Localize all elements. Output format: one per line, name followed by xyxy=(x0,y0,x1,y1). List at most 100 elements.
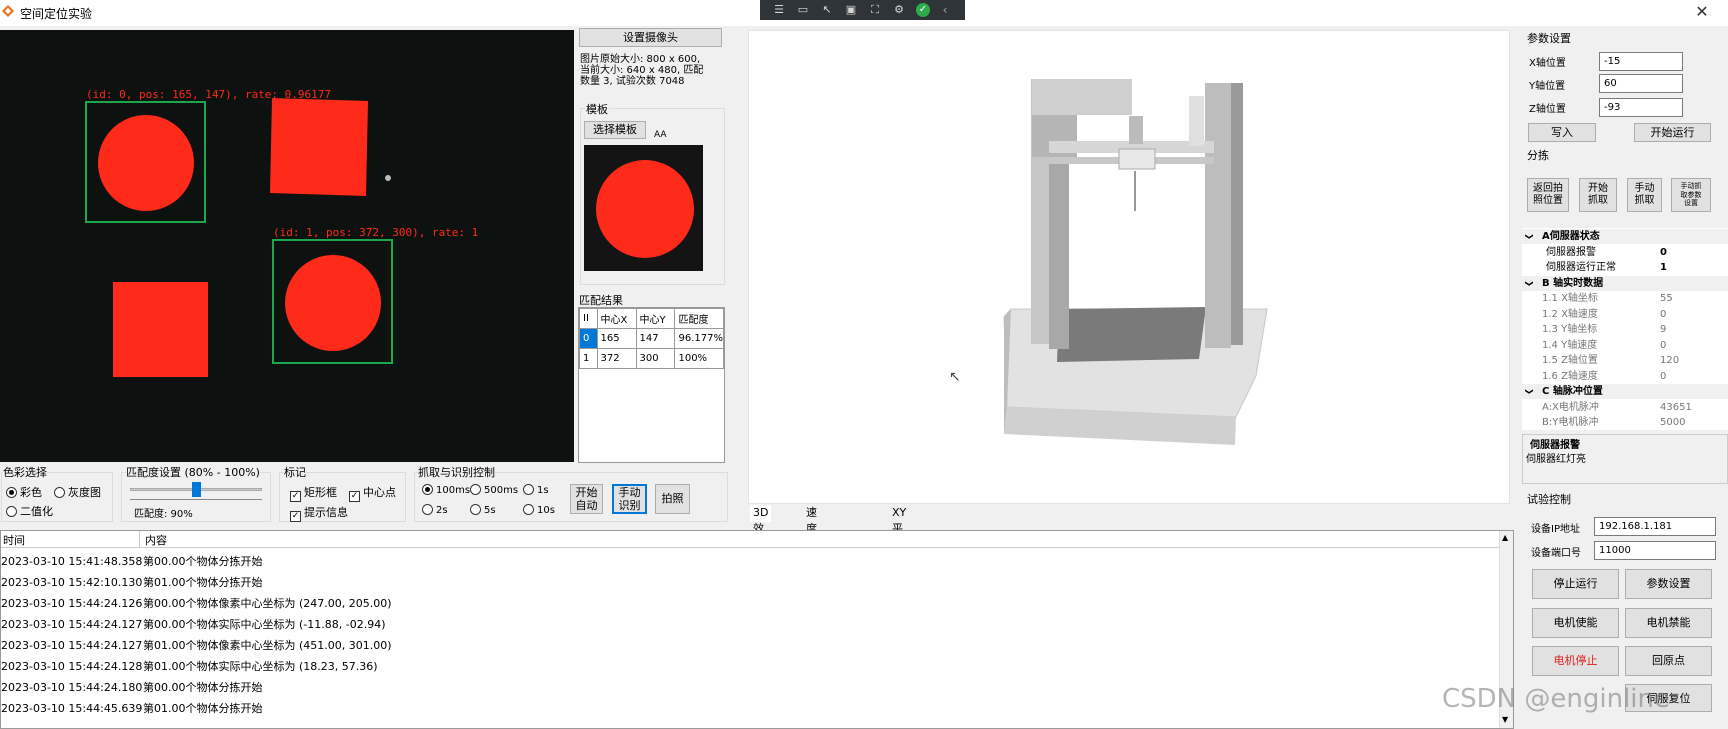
scroll-up-icon[interactable]: ▲ xyxy=(1502,533,1508,542)
chevron-down-icon[interactable]: ❯ xyxy=(1522,233,1537,240)
match-slider-thumb[interactable] xyxy=(192,482,201,497)
camera-view[interactable]: (id: 0, pos: 165, 147), rate: 0.96177 (i… xyxy=(0,30,574,462)
menu-edit-icon[interactable]: ☰ xyxy=(772,3,786,17)
servo-status-grid[interactable]: ❯ A伺服器状态 伺服器报警 0 伺服器运行正常 1 ❯ B 轴实时数据 1.1 X轴坐标 55 1… xyxy=(1522,228,1728,430)
log-row[interactable]: 2023-03-10 15:44:24.128 第01.00个物体实际中心坐标为 … xyxy=(1,657,1491,677)
table-cell[interactable]: 1 xyxy=(579,348,598,369)
3d-view[interactable]: ↖ xyxy=(748,30,1510,504)
table-row[interactable]: 1 372 300 100% xyxy=(579,348,724,369)
status-value: 120 xyxy=(1660,355,1680,366)
status-section-header[interactable]: ❯ A伺服器状态 xyxy=(1522,229,1728,244)
table-row[interactable]: 0 165 147 96.177% xyxy=(579,328,724,349)
region-icon[interactable]: ▣ xyxy=(844,3,858,17)
radio-2s[interactable]: 2s xyxy=(422,504,448,516)
log-row[interactable]: 2023-03-10 15:41:48.358 第00.00个物体分拣开始 xyxy=(1,552,1491,572)
manual-grab-button[interactable]: 手动 抓取 xyxy=(1627,178,1662,212)
mark-title: 标记 xyxy=(284,464,306,480)
checkbox-info[interactable]: ✓ 提示信息 xyxy=(290,504,348,522)
param-settings-button[interactable]: 参数设置 xyxy=(1625,569,1712,599)
log-time: 2023-03-10 15:41:48.358 xyxy=(1,555,143,568)
stop-run-button[interactable]: 停止运行 xyxy=(1532,569,1619,599)
status-section-header[interactable]: ❯ B 轴实时数据 xyxy=(1522,275,1728,291)
log-col-time[interactable]: 时间 xyxy=(3,532,25,548)
radio-binary[interactable]: 二值化 xyxy=(6,503,53,519)
status-value: 9 xyxy=(1660,324,1667,335)
tab-xy-trajectory[interactable]: XY平面轨迹图 xyxy=(889,505,910,599)
tab-3d-view[interactable]: 3D效果图 xyxy=(750,505,772,567)
status-row[interactable]: 伺服器报警 0 xyxy=(1522,245,1728,260)
motor-disable-button[interactable]: 电机禁能 xyxy=(1625,608,1712,638)
collapse-icon[interactable]: ‹ xyxy=(938,3,952,17)
device-ip-label: 设备IP地址 xyxy=(1531,524,1580,535)
checkbox-checked-icon: ✓ xyxy=(290,491,301,502)
select-template-button[interactable]: 选择模板 xyxy=(584,121,646,139)
status-row[interactable]: 1.6 Z轴速度 0 xyxy=(1522,369,1728,384)
manual-grab-settings-button[interactable]: 手动抓 取参数 设置 xyxy=(1671,178,1711,212)
log-row[interactable]: 2023-03-10 15:44:24.126 第00.00个物体像素中心坐标为 … xyxy=(1,594,1491,614)
checkbox-rect[interactable]: ✓ 矩形框 xyxy=(290,484,337,502)
log-row[interactable]: 2023-03-10 15:44:24.180 第00.00个物体分拣开始 xyxy=(1,678,1491,698)
radio-gray[interactable]: 灰度图 xyxy=(54,484,101,500)
chevron-down-icon[interactable]: ❯ xyxy=(1522,280,1537,287)
radio-10s[interactable]: 10s xyxy=(523,504,555,516)
red-circle-target xyxy=(285,255,381,351)
status-row[interactable]: 伺服器运行正常 1 xyxy=(1522,260,1728,275)
table-cell[interactable]: 300 xyxy=(635,348,676,369)
log-row[interactable]: 2023-03-10 15:44:24.127 第00.00个物体实际中心坐标为 … xyxy=(1,615,1491,635)
capture-button[interactable]: 拍照 xyxy=(655,484,690,514)
y-position-input[interactable]: 60 xyxy=(1599,74,1683,93)
device-ip-input[interactable]: 192.168.1.181 xyxy=(1594,517,1716,536)
screenshot-icon[interactable]: ⛶ xyxy=(868,3,882,17)
status-section-header[interactable]: ❯ C 轴脉冲位置 xyxy=(1522,384,1728,399)
chevron-down-icon[interactable]: ❯ xyxy=(1522,388,1537,395)
close-icon[interactable]: ✕ xyxy=(1690,2,1714,21)
log-col-content[interactable]: 内容 xyxy=(145,532,167,548)
record-icon[interactable]: ▭ xyxy=(796,3,810,17)
radio-100ms[interactable]: 100ms xyxy=(422,484,470,496)
status-row[interactable]: 1.4 Y轴速度 0 xyxy=(1522,338,1728,353)
table-cell[interactable]: 100% xyxy=(674,348,724,369)
check-icon[interactable]: ✓ xyxy=(916,3,930,17)
radio-1s[interactable]: 1s xyxy=(523,484,549,496)
checkbox-center[interactable]: ✓ 中心点 xyxy=(349,484,396,502)
z-position-input[interactable]: -93 xyxy=(1599,98,1683,117)
table-cell[interactable]: 0 xyxy=(579,328,598,349)
start-grab-button[interactable]: 开始 抓取 xyxy=(1579,178,1617,212)
start-auto-button[interactable]: 开始 自动 xyxy=(570,484,603,514)
home-button[interactable]: 回原点 xyxy=(1625,646,1712,676)
status-row[interactable]: A:X电机脉冲 43651 xyxy=(1522,400,1728,415)
radio-selected-icon xyxy=(6,487,17,498)
status-row[interactable]: 1.2 X轴速度 0 xyxy=(1522,307,1728,322)
return-photo-position-button[interactable]: 返回拍 照位置 xyxy=(1527,178,1569,212)
table-cell[interactable]: 147 xyxy=(635,328,676,349)
table-cell[interactable]: 372 xyxy=(596,348,637,369)
status-key: 1.6 Z轴速度 xyxy=(1542,370,1598,382)
set-camera-button[interactable]: 设置摄像头 xyxy=(579,28,722,47)
table-cell[interactable]: 96.177% xyxy=(674,328,724,349)
radio-5s[interactable]: 5s xyxy=(470,504,496,516)
tab-speed-position-curve[interactable]: 速度位置曲线图 xyxy=(803,505,820,615)
log-row[interactable]: 2023-03-10 15:42:10.130 第01.00个物体分拣开始 xyxy=(1,573,1491,593)
manual-recognize-button[interactable]: 手动 识别 xyxy=(612,484,647,514)
settings-icon[interactable]: ⚙ xyxy=(892,3,906,17)
scroll-down-icon[interactable]: ▼ xyxy=(1502,715,1508,724)
status-row[interactable]: B:Y电机脉冲 5000 xyxy=(1522,415,1728,430)
motor-enable-button[interactable]: 电机使能 xyxy=(1532,608,1619,638)
log-row[interactable]: 2023-03-10 15:44:45.639 第01.00个物体分拣开始 xyxy=(1,699,1491,719)
status-row[interactable]: 1.3 Y轴坐标 9 xyxy=(1522,322,1728,337)
log-row[interactable]: 2023-03-10 15:44:24.127 第01.00个物体像素中心坐标为 … xyxy=(1,636,1491,656)
x-position-input[interactable]: -15 xyxy=(1599,52,1683,71)
write-button[interactable]: 写入 xyxy=(1528,123,1596,142)
status-row[interactable]: 1.5 Z轴位置 120 xyxy=(1522,353,1728,368)
radio-color[interactable]: 彩色 xyxy=(6,484,42,500)
pointer-icon[interactable]: ↖ xyxy=(820,3,834,17)
interval-label: 500ms xyxy=(484,485,519,496)
log-panel[interactable]: 时间 内容 2023-03-10 15:41:48.358 第00.00个物体分拣… xyxy=(0,530,1514,729)
device-port-input[interactable]: 11000 xyxy=(1594,541,1716,560)
status-row[interactable]: 1.1 X轴坐标 55 xyxy=(1522,291,1728,306)
start-run-button[interactable]: 开始运行 xyxy=(1634,123,1711,142)
match-result-title: 匹配结果 xyxy=(579,294,623,307)
table-cell[interactable]: 165 xyxy=(596,328,637,349)
radio-500ms[interactable]: 500ms xyxy=(470,484,518,496)
motor-stop-button[interactable]: 电机停止 xyxy=(1532,646,1619,676)
